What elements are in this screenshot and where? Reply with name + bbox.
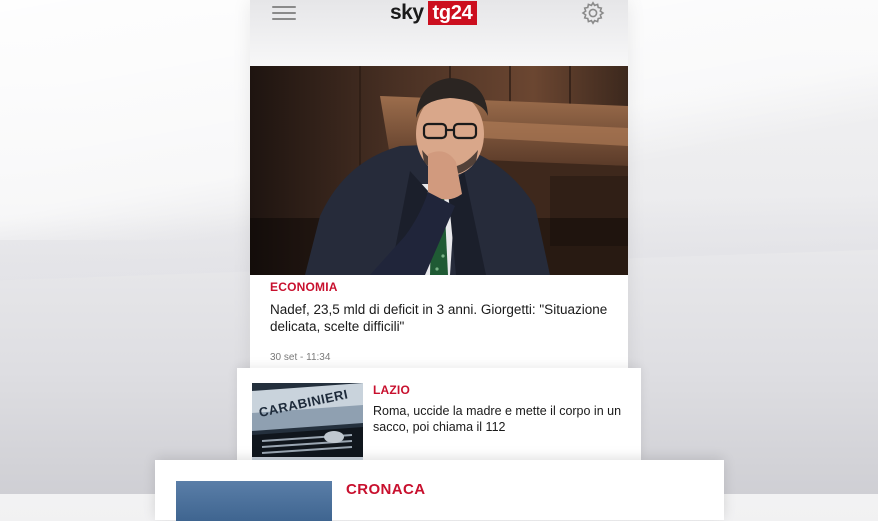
hero-category-label: ECONOMIA: [270, 280, 338, 294]
logo-sky-text: sky: [390, 1, 424, 24]
hamburger-menu-icon[interactable]: [272, 5, 296, 21]
hero-timestamp: 30 set - 11:34: [270, 352, 331, 363]
article-thumbnail: [176, 481, 332, 521]
article-category-label: CRONACA: [346, 481, 426, 498]
hero-article-text[interactable]: ECONOMIA Nadef, 23,5 mld di deficit in 3…: [270, 280, 615, 335]
hero-headline[interactable]: Nadef, 23,5 mld di deficit in 3 anni. Gi…: [270, 301, 615, 335]
logo-tg24-text: tg24: [427, 1, 478, 25]
article-thumbnail-carabinieri-car: CARABINIERI: [252, 383, 363, 460]
hero-article-image[interactable]: [250, 66, 628, 275]
article-category-label: LAZIO: [373, 383, 410, 397]
app-header: sky tg24: [250, 0, 628, 66]
article-card-lazio[interactable]: CARABINIERI LAZIO Roma, uccide la madre …: [237, 368, 641, 460]
article-headline[interactable]: Roma, uccide la madre e mette il corpo i…: [373, 403, 635, 435]
article-card-cronaca[interactable]: CRONACA: [155, 460, 724, 521]
sky-tg24-logo[interactable]: sky tg24: [390, 0, 478, 26]
gear-icon[interactable]: [581, 1, 605, 25]
